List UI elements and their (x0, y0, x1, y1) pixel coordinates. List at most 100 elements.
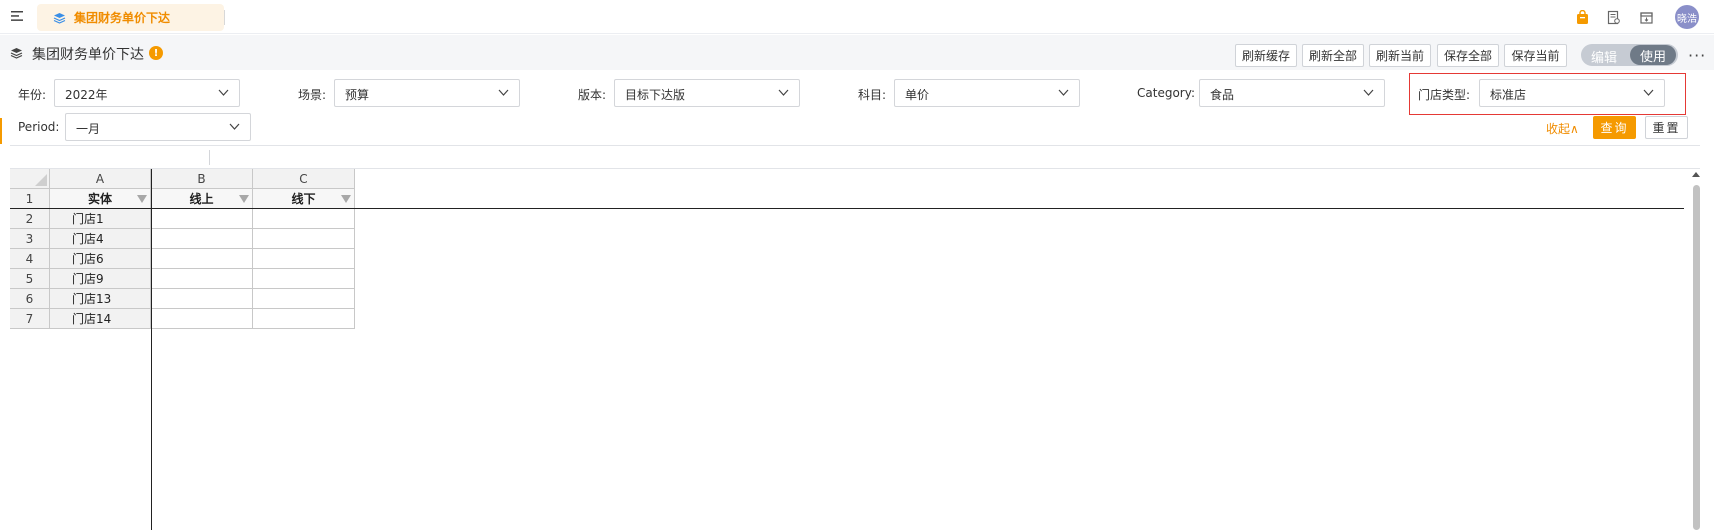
refresh-current-button[interactable]: 刷新当前 (1369, 44, 1431, 67)
year-select[interactable]: 2022年 (54, 79, 240, 107)
doc-icon[interactable] (1606, 10, 1621, 25)
entity-cell[interactable]: 门店9 (50, 269, 151, 289)
scenario-label: 场景: (298, 88, 327, 102)
freeze-line-vertical (151, 169, 152, 530)
header-offline-text: 线下 (291, 192, 316, 206)
header-cell-online[interactable]: 线上 (151, 189, 253, 209)
more-icon[interactable]: ··· (1688, 46, 1706, 65)
online-cell[interactable] (151, 269, 253, 289)
scenario-value: 预算 (345, 88, 370, 102)
online-cell[interactable] (151, 229, 253, 249)
entity-cell[interactable]: 门店4 (50, 229, 151, 249)
row-header[interactable]: 1 (10, 189, 50, 209)
offline-cell[interactable] (253, 229, 355, 249)
spreadsheet[interactable]: A B C 1 2 3 4 5 6 7 实体 线上 线下 门店1 门店4 门店6… (10, 169, 1688, 530)
subject-value: 单价 (905, 88, 930, 102)
column-header-a[interactable]: A (50, 169, 151, 189)
select-all-corner[interactable] (10, 169, 50, 189)
mode-toggle[interactable]: 编辑 使用 (1581, 44, 1678, 66)
chevron-down-icon (229, 123, 240, 130)
scroll-up-icon[interactable] (1692, 172, 1700, 177)
formula-separator (209, 150, 210, 165)
query-button[interactable]: 查询 (1593, 116, 1636, 139)
entity-cell[interactable]: 门店14 (50, 309, 151, 329)
row-header[interactable]: 3 (10, 229, 50, 249)
layers-icon (53, 12, 66, 24)
collapse-link[interactable]: 收起∧ (1546, 120, 1579, 137)
save-current-button[interactable]: 保存当前 (1504, 44, 1567, 67)
corner-triangle-icon (35, 174, 47, 186)
filter-icon[interactable] (137, 195, 147, 203)
mode-edit-option[interactable]: 编辑 (1591, 47, 1617, 66)
entity-cell[interactable]: 门店13 (50, 289, 151, 309)
online-cell[interactable] (151, 289, 253, 309)
subject-select[interactable]: 单价 (894, 79, 1080, 107)
store-type-value: 标准店 (1490, 88, 1527, 102)
top-bar: 集团财务单价下达 晓浩 (0, 0, 1714, 34)
online-cell[interactable] (151, 249, 253, 269)
header-cell-offline[interactable]: 线下 (253, 189, 355, 209)
chevron-down-icon (218, 89, 229, 96)
freeze-line-horizontal (10, 208, 1684, 209)
bag-icon[interactable] (1575, 10, 1590, 25)
chevron-down-icon (1363, 89, 1374, 96)
offline-cell[interactable] (253, 249, 355, 269)
version-label: 版本: (578, 88, 607, 102)
period-select[interactable]: 一月 (65, 113, 251, 141)
mode-use-option[interactable]: 使用 (1630, 45, 1676, 65)
period-label: Period: (18, 120, 60, 134)
offline-cell[interactable] (253, 289, 355, 309)
row-header[interactable]: 5 (10, 269, 50, 289)
chevron-down-icon (1058, 89, 1069, 96)
header-online-text: 线上 (189, 192, 214, 206)
period-value: 一月 (76, 122, 101, 136)
filter-icon[interactable] (341, 195, 351, 203)
scenario-select[interactable]: 预算 (334, 79, 520, 107)
avatar[interactable]: 晓浩 (1675, 5, 1699, 29)
version-select[interactable]: 目标下达版 (614, 79, 800, 107)
entity-cell[interactable]: 门店6 (50, 249, 151, 269)
tab-group-finance-price[interactable]: 集团财务单价下达 (37, 4, 224, 31)
entity-cell[interactable]: 门店1 (50, 209, 151, 229)
archive-icon[interactable] (1639, 10, 1654, 25)
page-title: 集团财务单价下达 (32, 47, 144, 63)
online-cell[interactable] (151, 309, 253, 329)
chevron-down-icon (778, 89, 789, 96)
tab-label: 集团财务单价下达 (74, 11, 171, 25)
scroll-thumb[interactable] (1693, 185, 1700, 530)
category-select[interactable]: 食品 (1199, 79, 1385, 107)
online-cell[interactable] (151, 209, 253, 229)
header-entity-text: 实体 (87, 192, 112, 206)
row-header[interactable]: 2 (10, 209, 50, 229)
chevron-down-icon (1643, 89, 1654, 96)
page-header: 集团财务单价下达 ! 刷新缓存 刷新全部 刷新当前 保存全部 保存当前 编辑 使… (0, 35, 1714, 70)
info-icon[interactable]: ! (149, 46, 163, 60)
year-label: 年份: (18, 88, 47, 102)
menu-icon[interactable] (10, 9, 24, 23)
refresh-cache-button[interactable]: 刷新缓存 (1235, 44, 1297, 67)
vertical-scrollbar[interactable] (1690, 169, 1702, 530)
formula-bar[interactable] (10, 145, 1700, 169)
refresh-all-button[interactable]: 刷新全部 (1302, 44, 1364, 67)
column-header-c[interactable]: C (253, 169, 355, 189)
offline-cell[interactable] (253, 269, 355, 289)
sidebar-edge-indicator (0, 118, 2, 144)
year-value: 2022年 (65, 88, 108, 102)
version-value: 目标下达版 (625, 88, 686, 102)
row-header[interactable]: 4 (10, 249, 50, 269)
tab-separator (224, 10, 225, 25)
save-all-button[interactable]: 保存全部 (1437, 44, 1499, 67)
column-header-b[interactable]: B (151, 169, 253, 189)
category-label: Category: (1137, 86, 1195, 100)
filter-icon[interactable] (239, 195, 249, 203)
offline-cell[interactable] (253, 309, 355, 329)
layers-icon (10, 48, 23, 59)
store-type-select[interactable]: 标准店 (1479, 79, 1665, 107)
reset-button[interactable]: 重置 (1645, 116, 1688, 139)
offline-cell[interactable] (253, 209, 355, 229)
store-type-label: 门店类型: (1418, 88, 1471, 102)
header-cell-entity[interactable]: 实体 (50, 189, 151, 209)
row-header[interactable]: 6 (10, 289, 50, 309)
chevron-down-icon (498, 89, 509, 96)
row-header[interactable]: 7 (10, 309, 50, 329)
